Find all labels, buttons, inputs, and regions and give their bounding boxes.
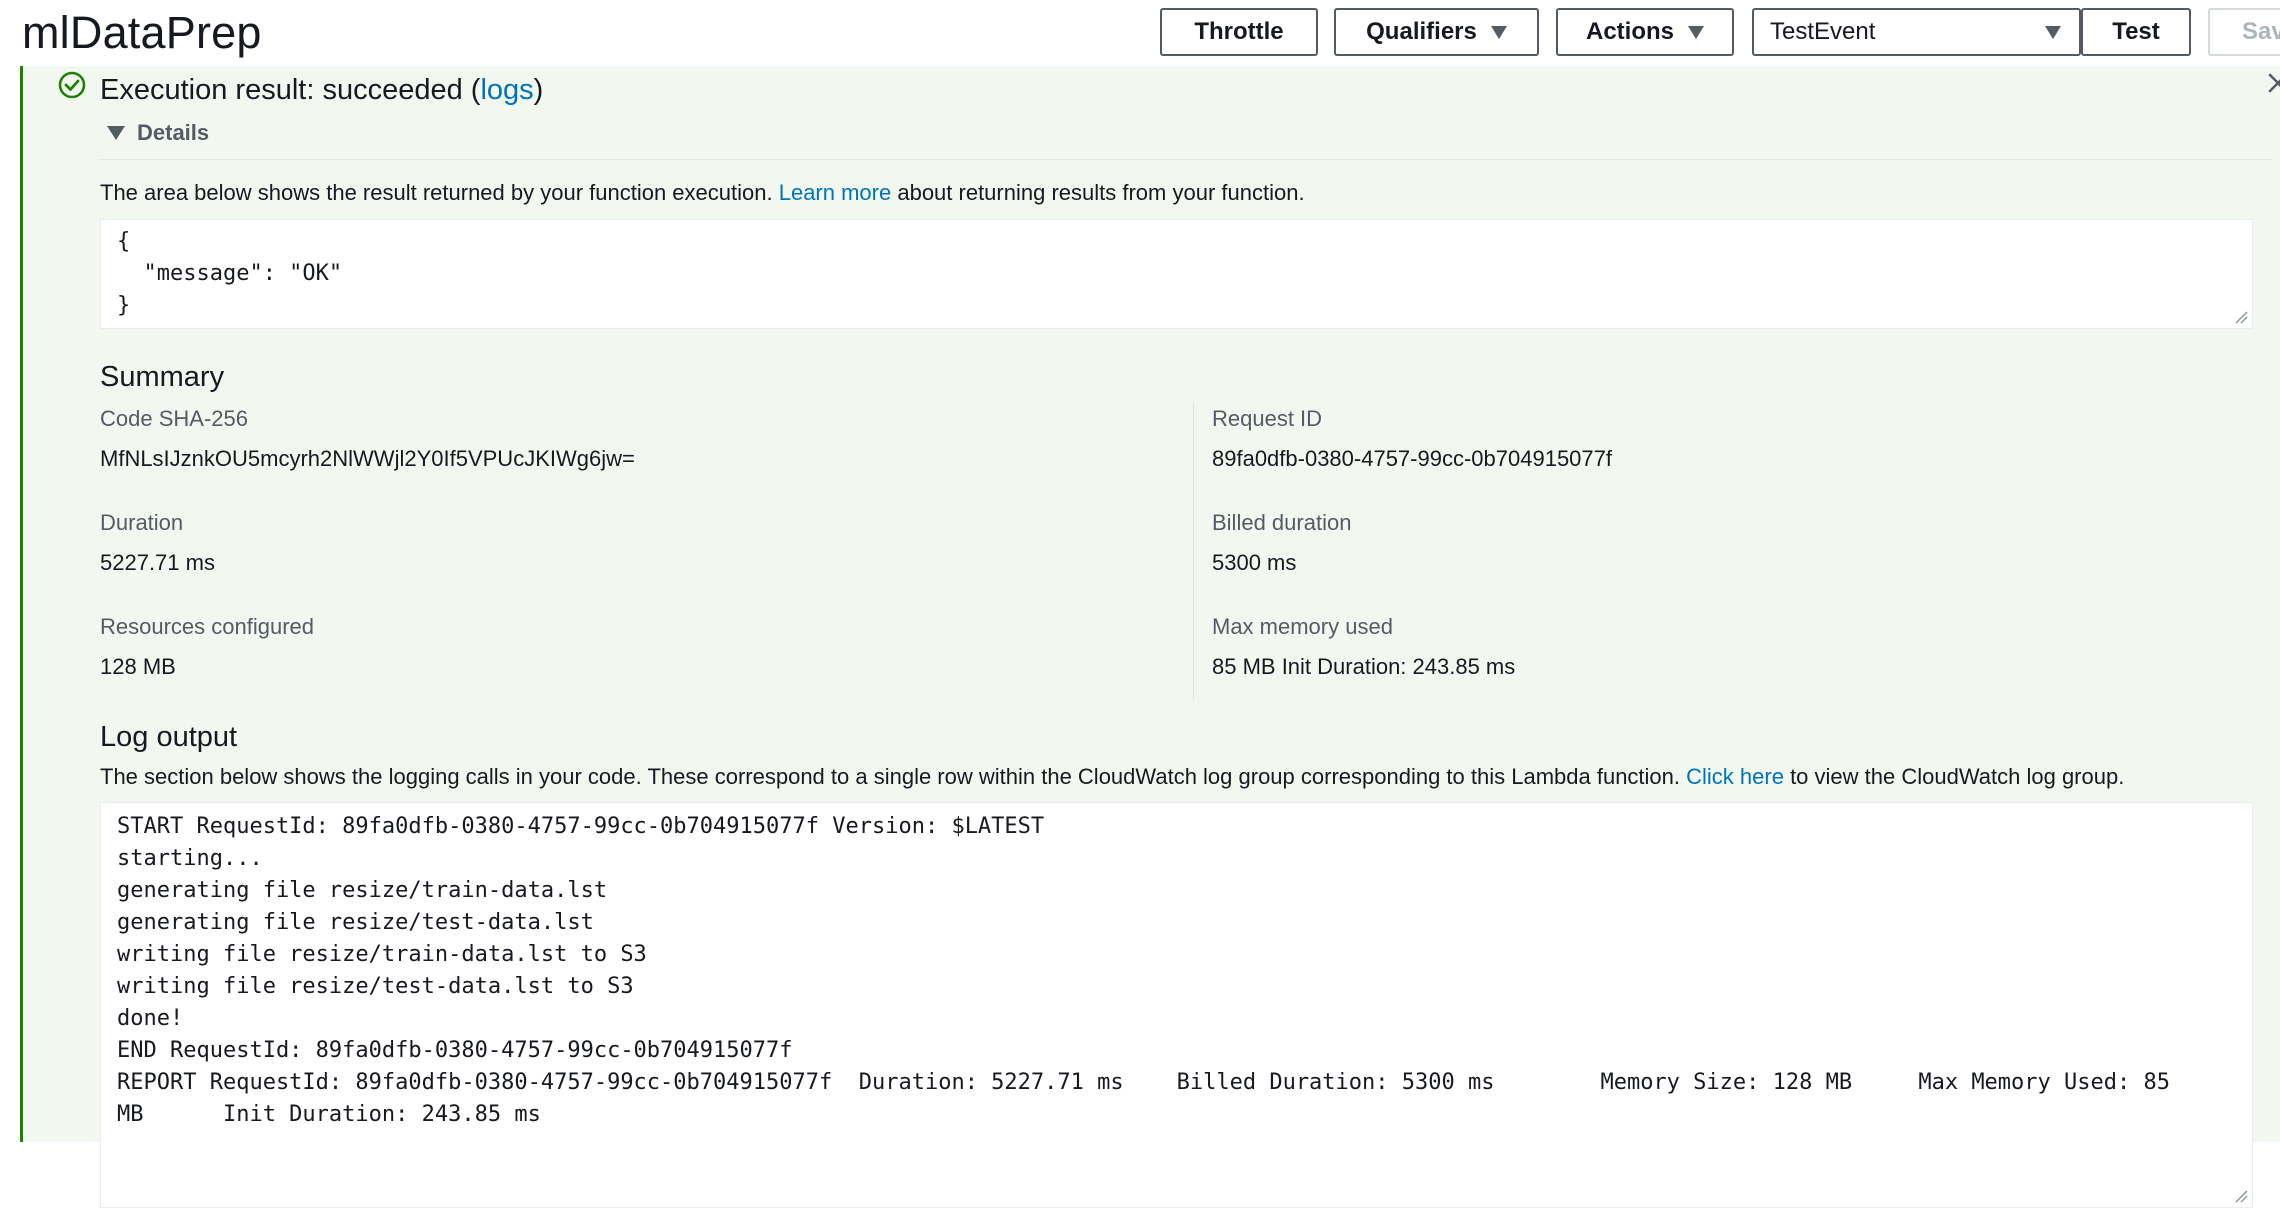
throttle-button-label: Throttle: [1194, 18, 1284, 45]
result-description-prefix: The area below shows the result returned…: [100, 180, 779, 205]
execution-status-suffix: ): [533, 74, 544, 106]
duration-field: Duration 5227.71 ms: [100, 508, 215, 578]
save-button[interactable]: Sav: [2208, 8, 2280, 56]
logs-link[interactable]: logs: [480, 74, 533, 106]
code-sha-value: MfNLsIJznkOU5mcyrh2NlWWjl2Y0If5VPUcJKIWg…: [100, 446, 635, 471]
learn-more-link[interactable]: Learn more: [779, 180, 892, 205]
function-header: mlDataPrep Throttle Qualifiers Actions T…: [0, 0, 2280, 66]
caret-down-icon: [1490, 25, 1507, 39]
code-sha-field: Code SHA-256 MfNLsIJznkOU5mcyrh2NlWWjl2Y…: [100, 404, 635, 474]
log-description-prefix: The section below shows the logging call…: [100, 764, 1687, 789]
billed-duration-field: Billed duration 5300 ms: [1212, 508, 1351, 578]
execution-result-title: Execution result: succeeded (logs): [100, 70, 543, 110]
request-id-value: 89fa0dfb-0380-4757-99cc-0b704915077f: [1212, 446, 1612, 471]
caret-down-icon: [107, 126, 125, 140]
result-output-box[interactable]: { "message": "OK" }: [100, 219, 2253, 329]
billed-duration-value: 5300 ms: [1212, 550, 1297, 575]
log-output-description: The section below shows the logging call…: [100, 762, 2124, 792]
qualifiers-dropdown-button[interactable]: Qualifiers: [1334, 8, 1539, 56]
summary-right-column: Request ID 89fa0dfb-0380-4757-99cc-0b704…: [1193, 402, 2280, 700]
check-circle-icon: [58, 71, 86, 99]
resize-handle-icon[interactable]: [2234, 1189, 2248, 1203]
test-button[interactable]: Test: [2081, 8, 2191, 56]
test-event-selected-value: TestEvent: [1770, 18, 1876, 45]
caret-down-icon: [1688, 25, 1704, 39]
caret-down-icon: [2045, 25, 2061, 39]
resources-field: Resources configured 128 MB: [100, 612, 314, 682]
throttle-button[interactable]: Throttle: [1160, 8, 1318, 56]
close-icon[interactable]: [2263, 68, 2280, 98]
details-expander[interactable]: Details: [107, 120, 209, 146]
summary-grid: Code SHA-256 MfNLsIJznkOU5mcyrh2NlWWjl2Y…: [100, 402, 2273, 700]
billed-duration-label: Billed duration: [1212, 510, 1352, 535]
request-id-label: Request ID: [1212, 406, 1323, 431]
result-json: { "message": "OK" }: [117, 229, 343, 318]
actions-button-label: Actions: [1585, 18, 1674, 45]
execution-result-panel: Execution result: succeeded (logs) Detai…: [20, 66, 2280, 1208]
summary-left-column: Code SHA-256 MfNLsIJznkOU5mcyrh2NlWWjl2Y…: [100, 402, 1193, 700]
save-button-label: Sav: [2242, 18, 2280, 45]
max-memory-label: Max memory used: [1212, 614, 1393, 639]
duration-label: Duration: [100, 510, 184, 535]
details-divider: [100, 159, 2273, 160]
log-description-suffix: to view the CloudWatch log group.: [1783, 764, 2125, 789]
duration-value: 5227.71 ms: [100, 550, 215, 575]
max-memory-field: Max memory used 85 MB Init Duration: 243…: [1212, 612, 1515, 682]
execution-status-text: Execution result: succeeded (: [100, 74, 481, 106]
resize-handle-icon[interactable]: [2234, 310, 2248, 324]
function-name-title: mlDataPrep: [22, 7, 262, 58]
max-memory-value: 85 MB Init Duration: 243.85 ms: [1212, 654, 1516, 679]
cloudwatch-click-here-link[interactable]: Click here: [1686, 764, 1784, 789]
resources-label: Resources configured: [100, 614, 315, 639]
code-sha-label: Code SHA-256: [100, 406, 248, 431]
test-event-select[interactable]: TestEvent: [1752, 8, 2081, 56]
test-button-label: Test: [2112, 18, 2160, 45]
log-text: START RequestId: 89fa0dfb-0380-4757-99cc…: [117, 814, 2170, 1127]
result-description: The area below shows the result returned…: [100, 178, 1305, 208]
log-output-heading: Log output: [100, 721, 238, 753]
actions-dropdown-button[interactable]: Actions: [1556, 8, 1734, 56]
qualifiers-button-label: Qualifiers: [1366, 18, 1477, 45]
result-description-suffix: about returning results from your functi…: [891, 180, 1305, 205]
details-label: Details: [137, 120, 210, 145]
resources-value: 128 MB: [100, 654, 176, 679]
log-output-box[interactable]: START RequestId: 89fa0dfb-0380-4757-99cc…: [100, 802, 2253, 1208]
request-id-field: Request ID 89fa0dfb-0380-4757-99cc-0b704…: [1212, 404, 1612, 474]
summary-heading: Summary: [100, 361, 225, 393]
